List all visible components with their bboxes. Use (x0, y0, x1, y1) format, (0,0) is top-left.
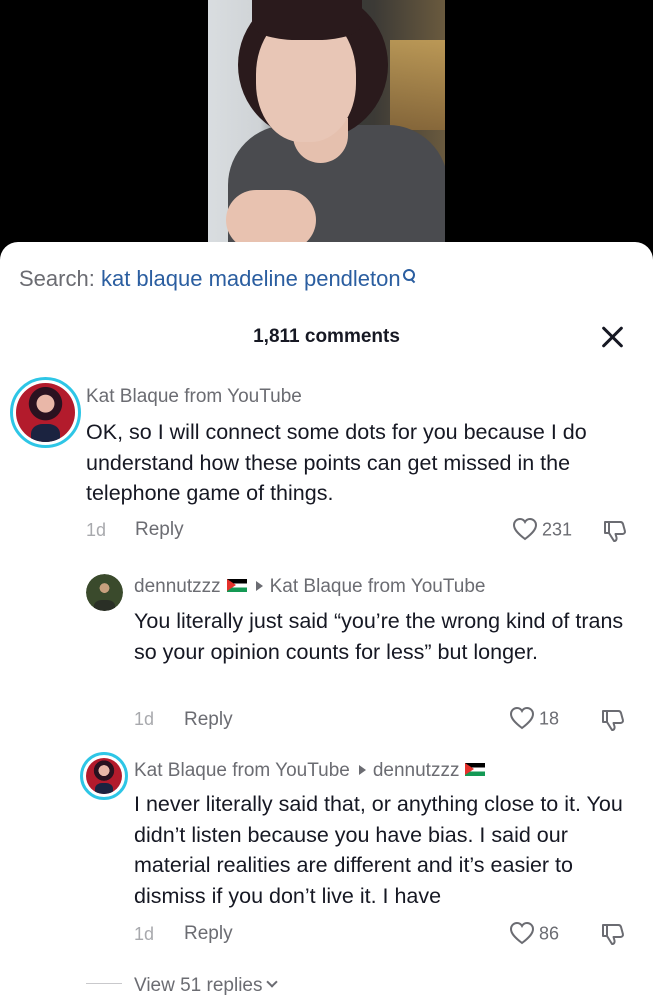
palestine-flag-icon (465, 762, 486, 776)
search-prefix: Search: (19, 266, 95, 291)
like-button[interactable]: 18 (509, 706, 559, 733)
reply-button[interactable]: Reply (184, 709, 233, 731)
avatar[interactable] (86, 574, 123, 611)
comment-author[interactable]: dennutzzz Kat Blaque from YouTube (134, 576, 485, 598)
reply-to-name[interactable]: Kat Blaque from YouTube (270, 576, 486, 597)
like-count: 18 (539, 708, 560, 729)
search-suggestion[interactable]: Search: kat blaque madeline pendleton (19, 266, 415, 292)
search-icon (402, 269, 415, 282)
video-frame (208, 0, 445, 262)
reply-arrow-icon (255, 580, 263, 591)
video-player[interactable] (0, 0, 653, 262)
view-replies-label: View 51 replies (134, 975, 263, 996)
author-name[interactable]: Kat Blaque from YouTube (134, 760, 350, 781)
heart-icon (509, 921, 535, 945)
reply-arrow-icon (358, 764, 366, 775)
close-icon[interactable] (599, 323, 627, 351)
comment-author[interactable]: Kat Blaque from YouTube dennutzzz (134, 760, 486, 782)
comment-text: I never literally said that, or anything… (134, 792, 623, 908)
thumbs-down-icon (602, 710, 624, 731)
comment-time: 1d (134, 709, 155, 729)
comment-author[interactable]: Kat Blaque from YouTube (86, 386, 302, 408)
comment-text: OK, so I will connect some dots for you … (86, 420, 587, 505)
dislike-button[interactable] (600, 707, 626, 738)
chevron-down-icon (265, 976, 278, 988)
author-name[interactable]: dennutzzz (134, 576, 221, 597)
comment-text: You literally just said “you’re the wron… (134, 609, 624, 664)
reply-to-name[interactable]: dennutzzz (373, 760, 460, 781)
dislike-button[interactable] (600, 921, 626, 952)
dislike-button[interactable] (602, 518, 628, 549)
like-count: 231 (542, 519, 573, 540)
thumbs-down-icon (604, 521, 626, 542)
author-name[interactable]: Kat Blaque from YouTube (86, 386, 302, 407)
reply-button[interactable]: Reply (184, 923, 233, 945)
like-button[interactable]: 86 (509, 921, 559, 948)
heart-icon (512, 517, 538, 541)
thumbs-down-icon (602, 924, 624, 945)
reply-button[interactable]: Reply (135, 519, 184, 541)
avatar[interactable] (10, 377, 81, 448)
divider (86, 983, 122, 985)
comments-count: 1,811 comments (253, 326, 400, 347)
view-replies-button[interactable]: View 51 replies (86, 975, 278, 997)
like-count: 86 (539, 923, 560, 944)
avatar[interactable] (80, 752, 128, 800)
like-button[interactable]: 231 (512, 517, 572, 544)
comment-time: 1d (134, 924, 155, 944)
heart-icon (509, 706, 535, 730)
comment-time: 1d (86, 520, 107, 540)
palestine-flag-icon (226, 578, 247, 592)
search-query-link[interactable]: kat blaque madeline pendleton (101, 266, 401, 291)
